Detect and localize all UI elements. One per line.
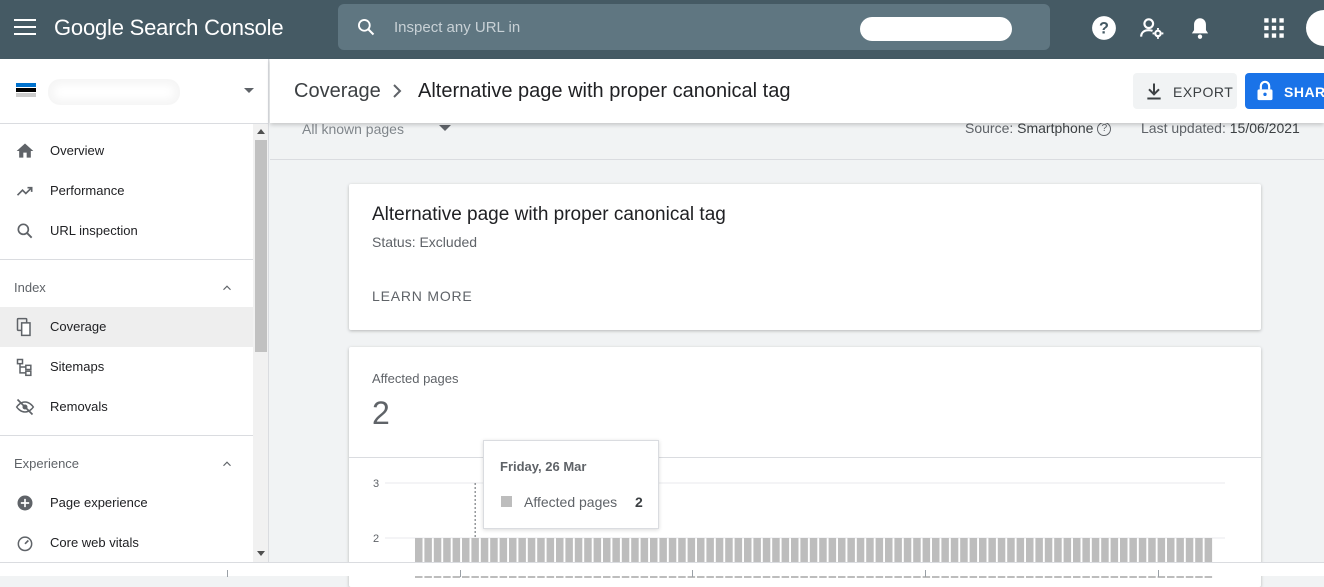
chevron-up-icon xyxy=(223,461,231,467)
help-icon[interactable]: ? xyxy=(1097,122,1112,137)
dropdown-caret-icon xyxy=(244,88,254,93)
page-header: Coverage Alternative page with proper ca… xyxy=(270,59,1324,123)
sidebar-item-label: Page experience xyxy=(50,495,148,510)
share-label: SHAR xyxy=(1284,84,1324,100)
pages-filter[interactable]: All known pages xyxy=(302,121,404,137)
issue-summary-card: Alternative page with proper canonical t… xyxy=(349,184,1261,330)
sidebar-item-url-inspection[interactable]: URL inspection xyxy=(0,211,253,251)
property-flag-icon xyxy=(16,83,36,99)
sidebar-item-label: Performance xyxy=(50,183,125,198)
url-inspect-search[interactable] xyxy=(338,4,1050,50)
sidebar-scrollbar[interactable] xyxy=(253,124,268,576)
scroll-down-arrow-icon[interactable] xyxy=(257,551,265,556)
top-app-bar: Google Search Console ? xyxy=(0,0,1324,59)
breadcrumb-coverage[interactable]: Coverage xyxy=(294,80,381,103)
page-title: Alternative page with proper canonical t… xyxy=(418,80,791,102)
sidebar-item-removals[interactable]: Removals xyxy=(0,387,253,427)
tooltip-value: 2 xyxy=(635,494,643,510)
speed-gauge-icon xyxy=(17,536,33,552)
sitemap-icon xyxy=(16,358,32,377)
sidebar-item-sitemaps[interactable]: Sitemaps xyxy=(0,347,253,387)
sidebar-item-label: URL inspection xyxy=(50,223,138,238)
user-settings-icon[interactable] xyxy=(1139,15,1165,41)
section-label: Index xyxy=(14,280,46,295)
trending-up-icon xyxy=(16,186,33,196)
sidebar-item-core-web-vitals[interactable]: Core web vitals xyxy=(0,523,253,563)
search-icon xyxy=(358,19,375,36)
bottom-axis-strip xyxy=(0,562,1324,577)
chevron-up-icon xyxy=(223,285,231,291)
account-avatar[interactable] xyxy=(1306,10,1324,46)
section-header-experience[interactable]: Experience xyxy=(0,443,253,483)
scroll-up-arrow-icon[interactable] xyxy=(257,129,265,134)
scrollbar-thumb[interactable] xyxy=(255,140,267,352)
sidebar-item-label: Removals xyxy=(50,399,108,414)
app-brand[interactable]: Google Search Console xyxy=(54,15,284,41)
section-label: Experience xyxy=(14,456,80,471)
issue-status: Status: Excluded xyxy=(372,234,478,250)
property-selector[interactable] xyxy=(0,59,268,124)
section-header-index[interactable]: Index xyxy=(0,267,253,307)
apps-grid-icon[interactable] xyxy=(1261,15,1287,41)
tooltip-date: Friday, 26 Mar xyxy=(500,459,587,474)
plus-circle-icon xyxy=(17,495,33,511)
svg-text:?: ? xyxy=(1099,19,1109,37)
sidebar-item-label: Overview xyxy=(50,143,105,158)
copy-pages-icon xyxy=(16,317,31,337)
download-icon xyxy=(1147,83,1161,100)
home-icon xyxy=(16,143,34,158)
notifications-bell-icon[interactable] xyxy=(1187,15,1213,41)
export-label: EXPORT xyxy=(1173,84,1234,100)
sidebar-divider xyxy=(0,259,253,260)
menu-icon[interactable] xyxy=(14,19,36,37)
tooltip-series-label: Affected pages xyxy=(524,494,618,510)
affected-pages-label: Affected pages xyxy=(372,371,459,386)
sidebar-item-label: Coverage xyxy=(50,319,107,334)
redacted-property-name xyxy=(48,79,180,105)
series-swatch xyxy=(501,496,512,507)
sidebar-item-coverage[interactable]: Coverage xyxy=(0,307,253,347)
issue-title: Alternative page with proper canonical t… xyxy=(372,204,726,225)
chart-tooltip: Friday, 26 Mar Affected pages 2 xyxy=(483,440,659,529)
chevron-right-icon xyxy=(393,84,402,98)
sidebar-divider xyxy=(0,435,253,436)
dropdown-caret-icon[interactable] xyxy=(439,125,451,131)
search-icon xyxy=(17,223,33,239)
affected-pages-count: 2 xyxy=(372,395,390,431)
y-tick-label: 2 xyxy=(373,533,379,545)
lock-icon xyxy=(1257,80,1273,101)
learn-more-link[interactable]: LEARN MORE xyxy=(372,288,473,304)
share-button[interactable]: SHAR xyxy=(1245,73,1324,109)
export-button[interactable]: EXPORT xyxy=(1133,73,1237,109)
sidebar-item-label: Core web vitals xyxy=(50,535,139,550)
help-icon[interactable]: ? xyxy=(1091,15,1117,41)
eye-off-icon xyxy=(15,398,35,416)
sidebar-item-label: Sitemaps xyxy=(50,359,105,374)
sidebar-item-page-experience[interactable]: Page experience xyxy=(0,483,253,523)
y-tick-label: 3 xyxy=(373,478,379,490)
sidebar: Overview Performance URL inspection Inde… xyxy=(0,59,269,576)
redacted-property-name xyxy=(860,17,1012,41)
sidebar-item-performance[interactable]: Performance xyxy=(0,171,253,211)
sidebar-item-overview[interactable]: Overview xyxy=(0,131,253,171)
